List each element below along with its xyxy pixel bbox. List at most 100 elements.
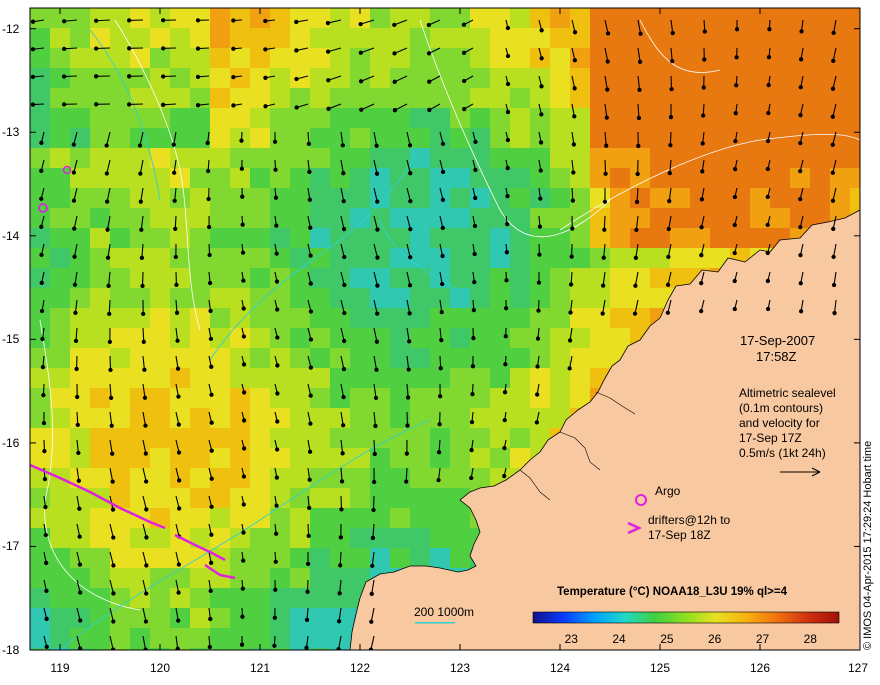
vector-head — [206, 141, 209, 144]
vector-head — [76, 395, 79, 398]
vector-head — [339, 536, 342, 539]
vector-head — [637, 116, 640, 119]
vector-head — [79, 619, 82, 622]
colorbar-tick-label: 24 — [612, 632, 625, 646]
vector-head — [831, 143, 834, 146]
vector-head — [264, 105, 267, 108]
lat-tick-label: -13 — [2, 126, 19, 138]
vector-head — [603, 200, 606, 203]
time-label: 17:58Z — [756, 350, 796, 364]
vector-head — [44, 533, 47, 536]
altimetry-line-5: 0.5m/s (1kt 24h) — [739, 446, 826, 460]
vector-head — [604, 172, 607, 175]
vector-head — [375, 144, 378, 147]
vector-head — [232, 47, 235, 50]
vector-head — [338, 592, 341, 595]
vector-head — [506, 82, 509, 85]
vector-head — [359, 51, 362, 54]
vector-head — [441, 198, 444, 201]
vector-head — [62, 75, 65, 78]
vector-head — [540, 29, 543, 32]
vector-head — [31, 75, 34, 78]
vector-head — [536, 393, 539, 396]
colorbar-tick-label: 28 — [804, 632, 817, 646]
vector-head — [196, 47, 199, 50]
vector-head — [128, 19, 131, 22]
vector-head — [437, 479, 440, 482]
vector-head — [374, 424, 377, 427]
vector-head — [110, 424, 113, 427]
vector-head — [242, 279, 245, 282]
vector-head — [242, 475, 245, 478]
vector-head — [40, 141, 43, 144]
vector-head — [766, 279, 769, 282]
vector-head — [108, 340, 111, 343]
vector-head — [473, 252, 476, 255]
vector-head — [327, 107, 330, 110]
vector-head — [341, 452, 344, 455]
vector-head — [606, 60, 609, 63]
vector-head — [342, 227, 345, 230]
vector-head — [40, 253, 43, 256]
vector-head — [209, 589, 212, 592]
vector-head — [506, 110, 509, 113]
vector-head — [79, 591, 82, 594]
vector-head — [833, 311, 836, 314]
lat-tick-label: -17 — [2, 540, 19, 552]
vector-head — [474, 196, 477, 199]
vector-head — [309, 254, 312, 257]
vector-head — [409, 172, 412, 175]
vector-head — [241, 223, 244, 226]
vector-head — [733, 223, 736, 226]
vector-head — [767, 56, 770, 59]
vector-head — [109, 368, 112, 371]
drifter-legend-line-1: drifters@12h to — [648, 513, 730, 527]
vector-head — [207, 197, 210, 200]
vector-head — [428, 80, 431, 83]
vector-head — [144, 424, 147, 427]
vector-head — [307, 534, 310, 537]
vector-head — [538, 253, 541, 256]
vector-head — [472, 309, 475, 312]
vector-head — [437, 451, 440, 454]
vector-head — [232, 104, 235, 107]
vector-head — [241, 615, 244, 618]
vector-head — [77, 451, 80, 454]
vector-head — [573, 115, 576, 118]
lon-tick-label: 125 — [650, 662, 670, 674]
vector-head — [275, 532, 278, 535]
vector-head — [72, 199, 75, 202]
vector-head — [568, 367, 571, 370]
vector-head — [799, 169, 802, 172]
vector-head — [666, 311, 669, 314]
vector-head — [45, 589, 48, 592]
vector-head — [139, 172, 142, 175]
vector-head — [700, 254, 703, 257]
vector-head — [767, 83, 770, 86]
vector-head — [440, 311, 443, 314]
vector-head — [636, 172, 639, 175]
lat-tick-label: -16 — [2, 437, 19, 449]
vector-head — [634, 256, 637, 259]
vector-head — [232, 19, 235, 22]
vector-head — [799, 226, 802, 229]
vector-head — [832, 227, 835, 230]
vector-head — [142, 340, 145, 343]
vector-head — [243, 419, 246, 422]
altimetry-line-4: 17-Sep 17Z — [739, 431, 802, 445]
vector-head — [766, 251, 769, 254]
vector-head — [173, 171, 176, 174]
vector-head — [274, 168, 277, 171]
vector-head — [309, 226, 312, 229]
vector-head — [409, 228, 412, 231]
vector-head — [376, 256, 379, 259]
vector-head — [210, 477, 213, 480]
vector-head — [240, 139, 243, 142]
colorbar-tick-label: 27 — [756, 632, 769, 646]
vector-head — [463, 107, 466, 110]
vector-head — [306, 590, 309, 593]
vector-head — [703, 58, 706, 61]
vector-head — [572, 143, 575, 146]
vector-head — [602, 256, 605, 259]
vector-head — [295, 49, 298, 52]
